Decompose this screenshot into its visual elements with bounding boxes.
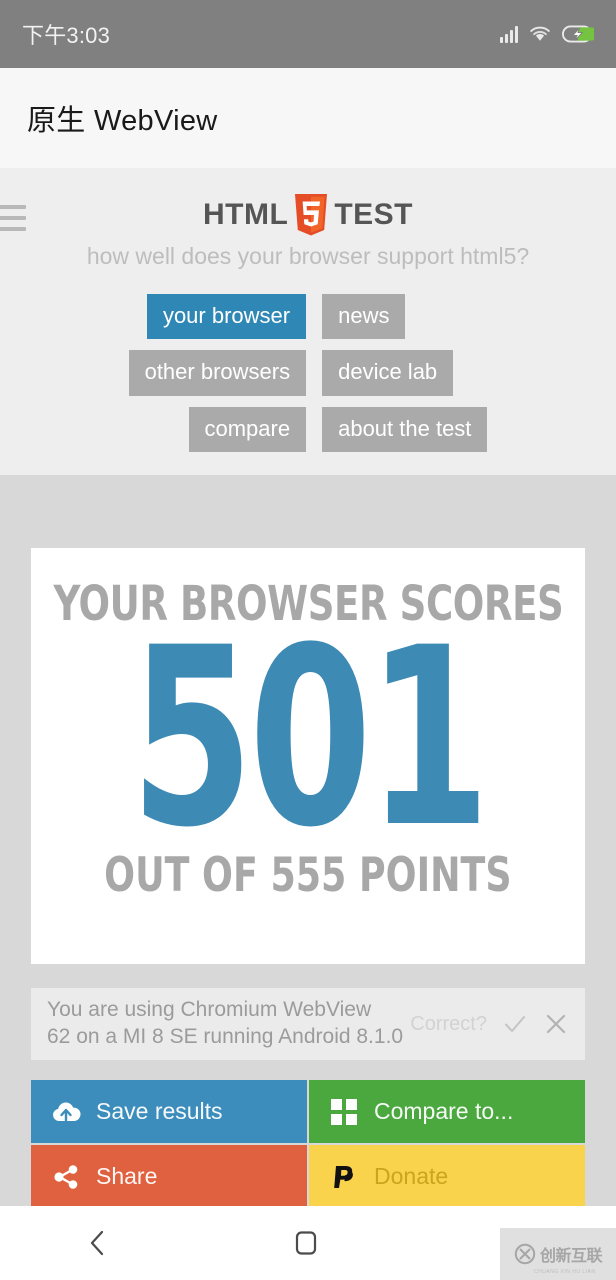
site-nav-right-column: news device lab about the test xyxy=(322,294,488,452)
score-max-label: OUT OF 555 POINTS xyxy=(104,848,512,904)
page-content: YOUR BROWSER SCORES 501 OUT OF 555 POINT… xyxy=(0,475,616,1208)
signal-icon xyxy=(500,25,518,43)
donate-label: Donate xyxy=(374,1163,449,1189)
hamburger-menu-icon[interactable] xyxy=(0,205,26,238)
nav-button-about-the-test[interactable]: about the test xyxy=(322,406,488,452)
browser-info-line-2: 62 on a MI 8 SE running Android 8.1.0 xyxy=(47,1025,404,1048)
nav-button-device-lab[interactable]: device lab xyxy=(322,350,454,396)
cloud-upload-icon xyxy=(51,1097,81,1127)
share-nodes-icon xyxy=(51,1162,81,1192)
html5-shield-icon xyxy=(295,194,328,236)
browser-info-actions: Correct? xyxy=(410,1011,569,1037)
close-x-icon[interactable] xyxy=(543,1011,569,1037)
home-square-icon[interactable] xyxy=(291,1228,321,1258)
status-bar-clock: 下午3:03 xyxy=(22,23,111,48)
html5test-logo: HTML TEST xyxy=(0,169,616,237)
phone-screen: 下午3:03 原生 WebView HTML TEST how well doe… xyxy=(0,0,616,1280)
nav-button-your-browser[interactable]: your browser xyxy=(146,294,307,340)
site-header: HTML TEST how well does your browser sup… xyxy=(0,169,616,475)
save-results-button[interactable]: Save results xyxy=(31,1080,307,1143)
checkmark-icon[interactable] xyxy=(502,1011,528,1037)
score-value: 501 xyxy=(130,596,490,882)
share-button[interactable]: Share xyxy=(31,1145,307,1208)
watermark-subtext: CHUANG XIN HU LIAN xyxy=(534,1269,596,1275)
browser-info-text: You are using Chromium WebView 62 on a M… xyxy=(47,997,410,1051)
watermark: 创新互联 CHUANG XIN HU LIAN xyxy=(500,1228,616,1280)
nav-button-news[interactable]: news xyxy=(322,294,406,340)
logo-word-html: HTML xyxy=(203,198,289,231)
site-nav: your browser other browsers compare news… xyxy=(0,294,616,452)
page-title: 原生 WebView xyxy=(27,105,218,137)
back-chevron-icon[interactable] xyxy=(85,1228,111,1258)
grid-icon xyxy=(329,1097,359,1127)
watermark-text: 创新互联 xyxy=(539,1248,603,1265)
compare-to-label: Compare to... xyxy=(374,1098,514,1124)
wifi-icon xyxy=(530,26,550,41)
donate-button[interactable]: Donate xyxy=(309,1145,585,1208)
site-nav-left-column: your browser other browsers compare xyxy=(128,294,307,452)
watermark-logo-icon xyxy=(514,1243,536,1265)
browser-info-bar: You are using Chromium WebView 62 on a M… xyxy=(31,988,585,1060)
action-button-grid: Save results Compare to... Share Donate xyxy=(31,1080,585,1208)
save-results-label: Save results xyxy=(96,1098,223,1124)
compare-to-button[interactable]: Compare to... xyxy=(309,1080,585,1143)
nav-button-compare[interactable]: compare xyxy=(188,406,307,452)
app-title-bar: 原生 WebView xyxy=(0,68,616,169)
share-label: Share xyxy=(96,1163,158,1189)
paypal-icon xyxy=(329,1162,359,1192)
site-tagline: how well does your browser support html5… xyxy=(86,243,530,269)
status-bar-icons xyxy=(500,25,594,43)
browser-info-line-1: You are using Chromium WebView xyxy=(47,998,372,1022)
nav-button-other-browsers[interactable]: other browsers xyxy=(128,350,307,396)
correct-prompt-label: Correct? xyxy=(410,1012,487,1035)
score-card: YOUR BROWSER SCORES 501 OUT OF 555 POINT… xyxy=(31,548,585,964)
status-bar: 下午3:03 xyxy=(0,0,616,68)
battery-charging-icon xyxy=(562,25,594,43)
logo-word-test: TEST xyxy=(334,198,413,231)
